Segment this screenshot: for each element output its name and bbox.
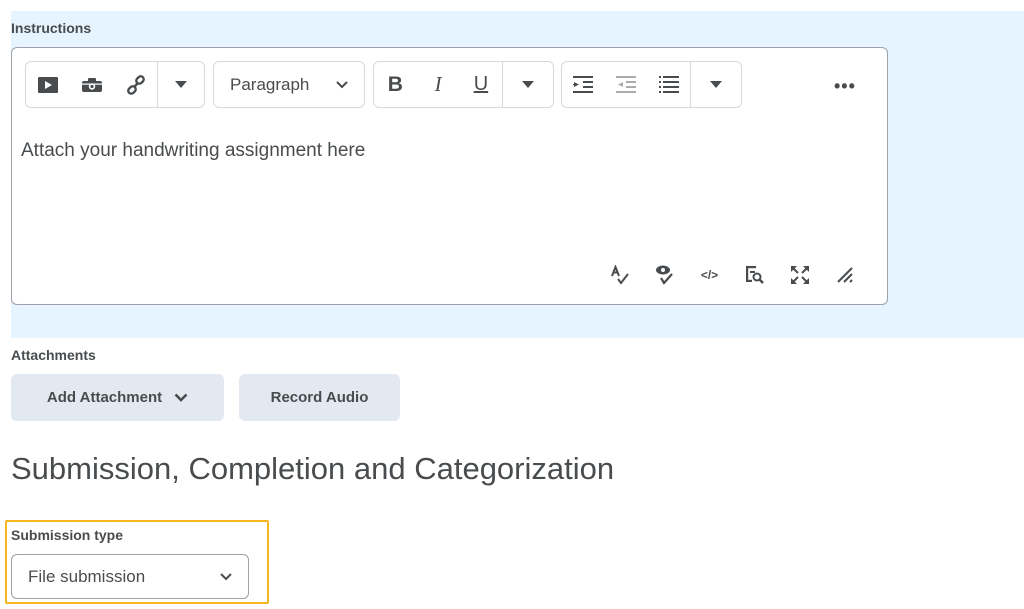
accessibility-check-icon <box>655 265 673 285</box>
submission-type-select[interactable]: File submission <box>11 554 249 599</box>
source-code-icon: </> <box>700 268 719 282</box>
record-audio-label: Record Audio <box>270 389 369 406</box>
accessibility-check-button[interactable] <box>642 260 687 290</box>
bullet-list-button[interactable] <box>648 62 691 107</box>
bullet-list-icon <box>658 75 679 93</box>
caret-down-icon <box>710 81 723 88</box>
section-heading: Submission, Completion and Categorizatio… <box>11 451 615 486</box>
submission-type-label: Submission type <box>11 527 124 543</box>
editor-content[interactable]: Attach your handwriting assignment here <box>21 140 365 162</box>
chevron-down-icon <box>336 80 348 88</box>
caret-down-icon <box>522 81 535 88</box>
submission-type-value: File submission <box>28 566 146 586</box>
insert-more-dropdown[interactable] <box>158 62 204 107</box>
camera-icon <box>81 77 102 92</box>
chevron-down-icon <box>174 393 188 402</box>
source-code-button[interactable]: </> <box>687 260 732 290</box>
fullscreen-button[interactable] <box>777 260 822 290</box>
italic-button[interactable]: I <box>417 62 460 107</box>
indent-button[interactable] <box>562 62 605 107</box>
bold-icon: B <box>387 72 403 96</box>
outdent-icon <box>616 75 637 93</box>
add-attachment-button[interactable]: Add Attachment <box>11 374 224 421</box>
spellcheck-button[interactable] <box>597 260 642 290</box>
more-options-button[interactable]: ••• <box>834 76 856 97</box>
resize-handle-icon <box>836 267 853 283</box>
insert-stuff-button[interactable] <box>26 62 70 107</box>
spellcheck-icon <box>610 265 629 285</box>
resize-handle[interactable] <box>822 260 867 290</box>
bold-button[interactable]: B <box>374 62 417 107</box>
format-toolbar-group: B I U <box>373 61 554 108</box>
outdent-button[interactable] <box>605 62 648 107</box>
link-icon <box>126 74 145 95</box>
play-icon <box>37 76 58 93</box>
editor-status-bar: </> <box>597 260 867 290</box>
preview-button[interactable] <box>732 260 777 290</box>
block-format-value: Paragraph <box>230 74 310 94</box>
insert-link-button[interactable] <box>114 62 158 107</box>
list-more-dropdown[interactable] <box>691 62 741 107</box>
format-more-dropdown[interactable] <box>503 62 553 107</box>
caret-down-icon <box>175 81 188 88</box>
underline-icon: U <box>473 73 489 95</box>
fullscreen-icon <box>790 266 809 284</box>
insert-image-button[interactable] <box>70 62 114 107</box>
indent-icon <box>573 75 594 93</box>
chevron-down-icon <box>220 572 232 580</box>
italic-icon: I <box>434 72 442 96</box>
record-audio-button[interactable]: Record Audio <box>239 374 400 421</box>
block-format-dropdown[interactable]: Paragraph <box>213 61 365 108</box>
list-toolbar-group <box>561 61 742 108</box>
add-attachment-label: Add Attachment <box>46 389 163 406</box>
underline-button[interactable]: U <box>460 62 503 107</box>
instructions-label: Instructions <box>11 20 92 36</box>
insert-toolbar-group <box>25 61 205 108</box>
attachments-label: Attachments <box>11 347 96 363</box>
rich-text-editor[interactable]: Paragraph B I U ••• Attach your handwrit… <box>11 47 888 305</box>
preview-icon <box>745 266 764 284</box>
